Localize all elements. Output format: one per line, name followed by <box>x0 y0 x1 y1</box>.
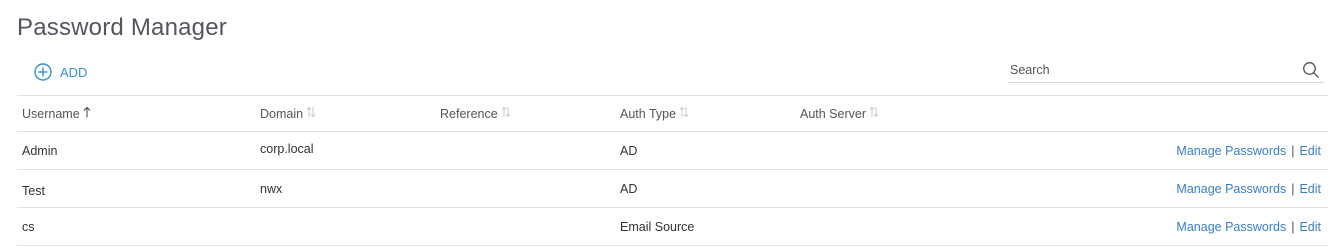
edit-link[interactable]: Edit <box>1299 182 1321 196</box>
manage-passwords-link[interactable]: Manage Passwords <box>1176 182 1286 196</box>
plus-circle-icon <box>34 63 52 81</box>
action-separator: | <box>1291 181 1295 196</box>
row-actions: Manage Passwords | Edit <box>1176 132 1321 169</box>
search-icon[interactable] <box>1302 61 1320 84</box>
column-header-domain[interactable]: Domain <box>260 96 316 131</box>
cell-auth-type: AD <box>620 143 638 158</box>
table-row: cs Email Source Manage Passwords | Edit <box>17 208 1328 246</box>
cell-domain: nwx <box>260 181 283 196</box>
column-header-auth-type[interactable]: Auth Type <box>620 96 689 131</box>
add-button[interactable]: ADD <box>34 63 87 81</box>
edit-link[interactable]: Edit <box>1299 144 1321 158</box>
manage-passwords-link[interactable]: Manage Passwords <box>1176 144 1286 158</box>
add-button-label: ADD <box>60 64 88 80</box>
cell-domain: corp.local <box>260 142 314 156</box>
table-row: Admin corp.local AD Manage Passwords | E… <box>17 132 1328 170</box>
search-input[interactable] <box>1010 60 1290 80</box>
sort-arrows-icon <box>679 106 689 121</box>
page-title: Password Manager <box>17 14 227 41</box>
manage-passwords-link[interactable]: Manage Passwords <box>1176 220 1286 234</box>
table-row: Test nwx AD Manage Passwords | Edit <box>17 170 1328 208</box>
action-separator: | <box>1291 143 1295 158</box>
row-actions: Manage Passwords | Edit <box>1176 208 1321 245</box>
cell-auth-type: AD <box>620 181 638 196</box>
cell-username: Admin <box>22 143 58 158</box>
arrow-up-icon <box>83 106 91 121</box>
column-header-auth-server[interactable]: Auth Server <box>800 96 879 131</box>
sort-arrows-icon <box>869 106 879 121</box>
search-box <box>1008 60 1324 83</box>
column-header-reference[interactable]: Reference <box>440 96 511 131</box>
column-header-username[interactable]: Username <box>22 96 91 131</box>
sort-arrows-icon <box>306 106 316 121</box>
cell-username: cs <box>22 219 35 234</box>
edit-link[interactable]: Edit <box>1299 220 1321 234</box>
cell-username: Test <box>22 184 45 198</box>
cell-auth-type: Email Source <box>620 219 695 234</box>
sort-arrows-icon <box>501 106 511 121</box>
action-separator: | <box>1291 219 1295 234</box>
table-header: Username Domain Reference Auth Type Auth… <box>17 96 1328 132</box>
row-actions: Manage Passwords | Edit <box>1176 170 1321 207</box>
password-table: Username Domain Reference Auth Type Auth… <box>17 95 1328 246</box>
